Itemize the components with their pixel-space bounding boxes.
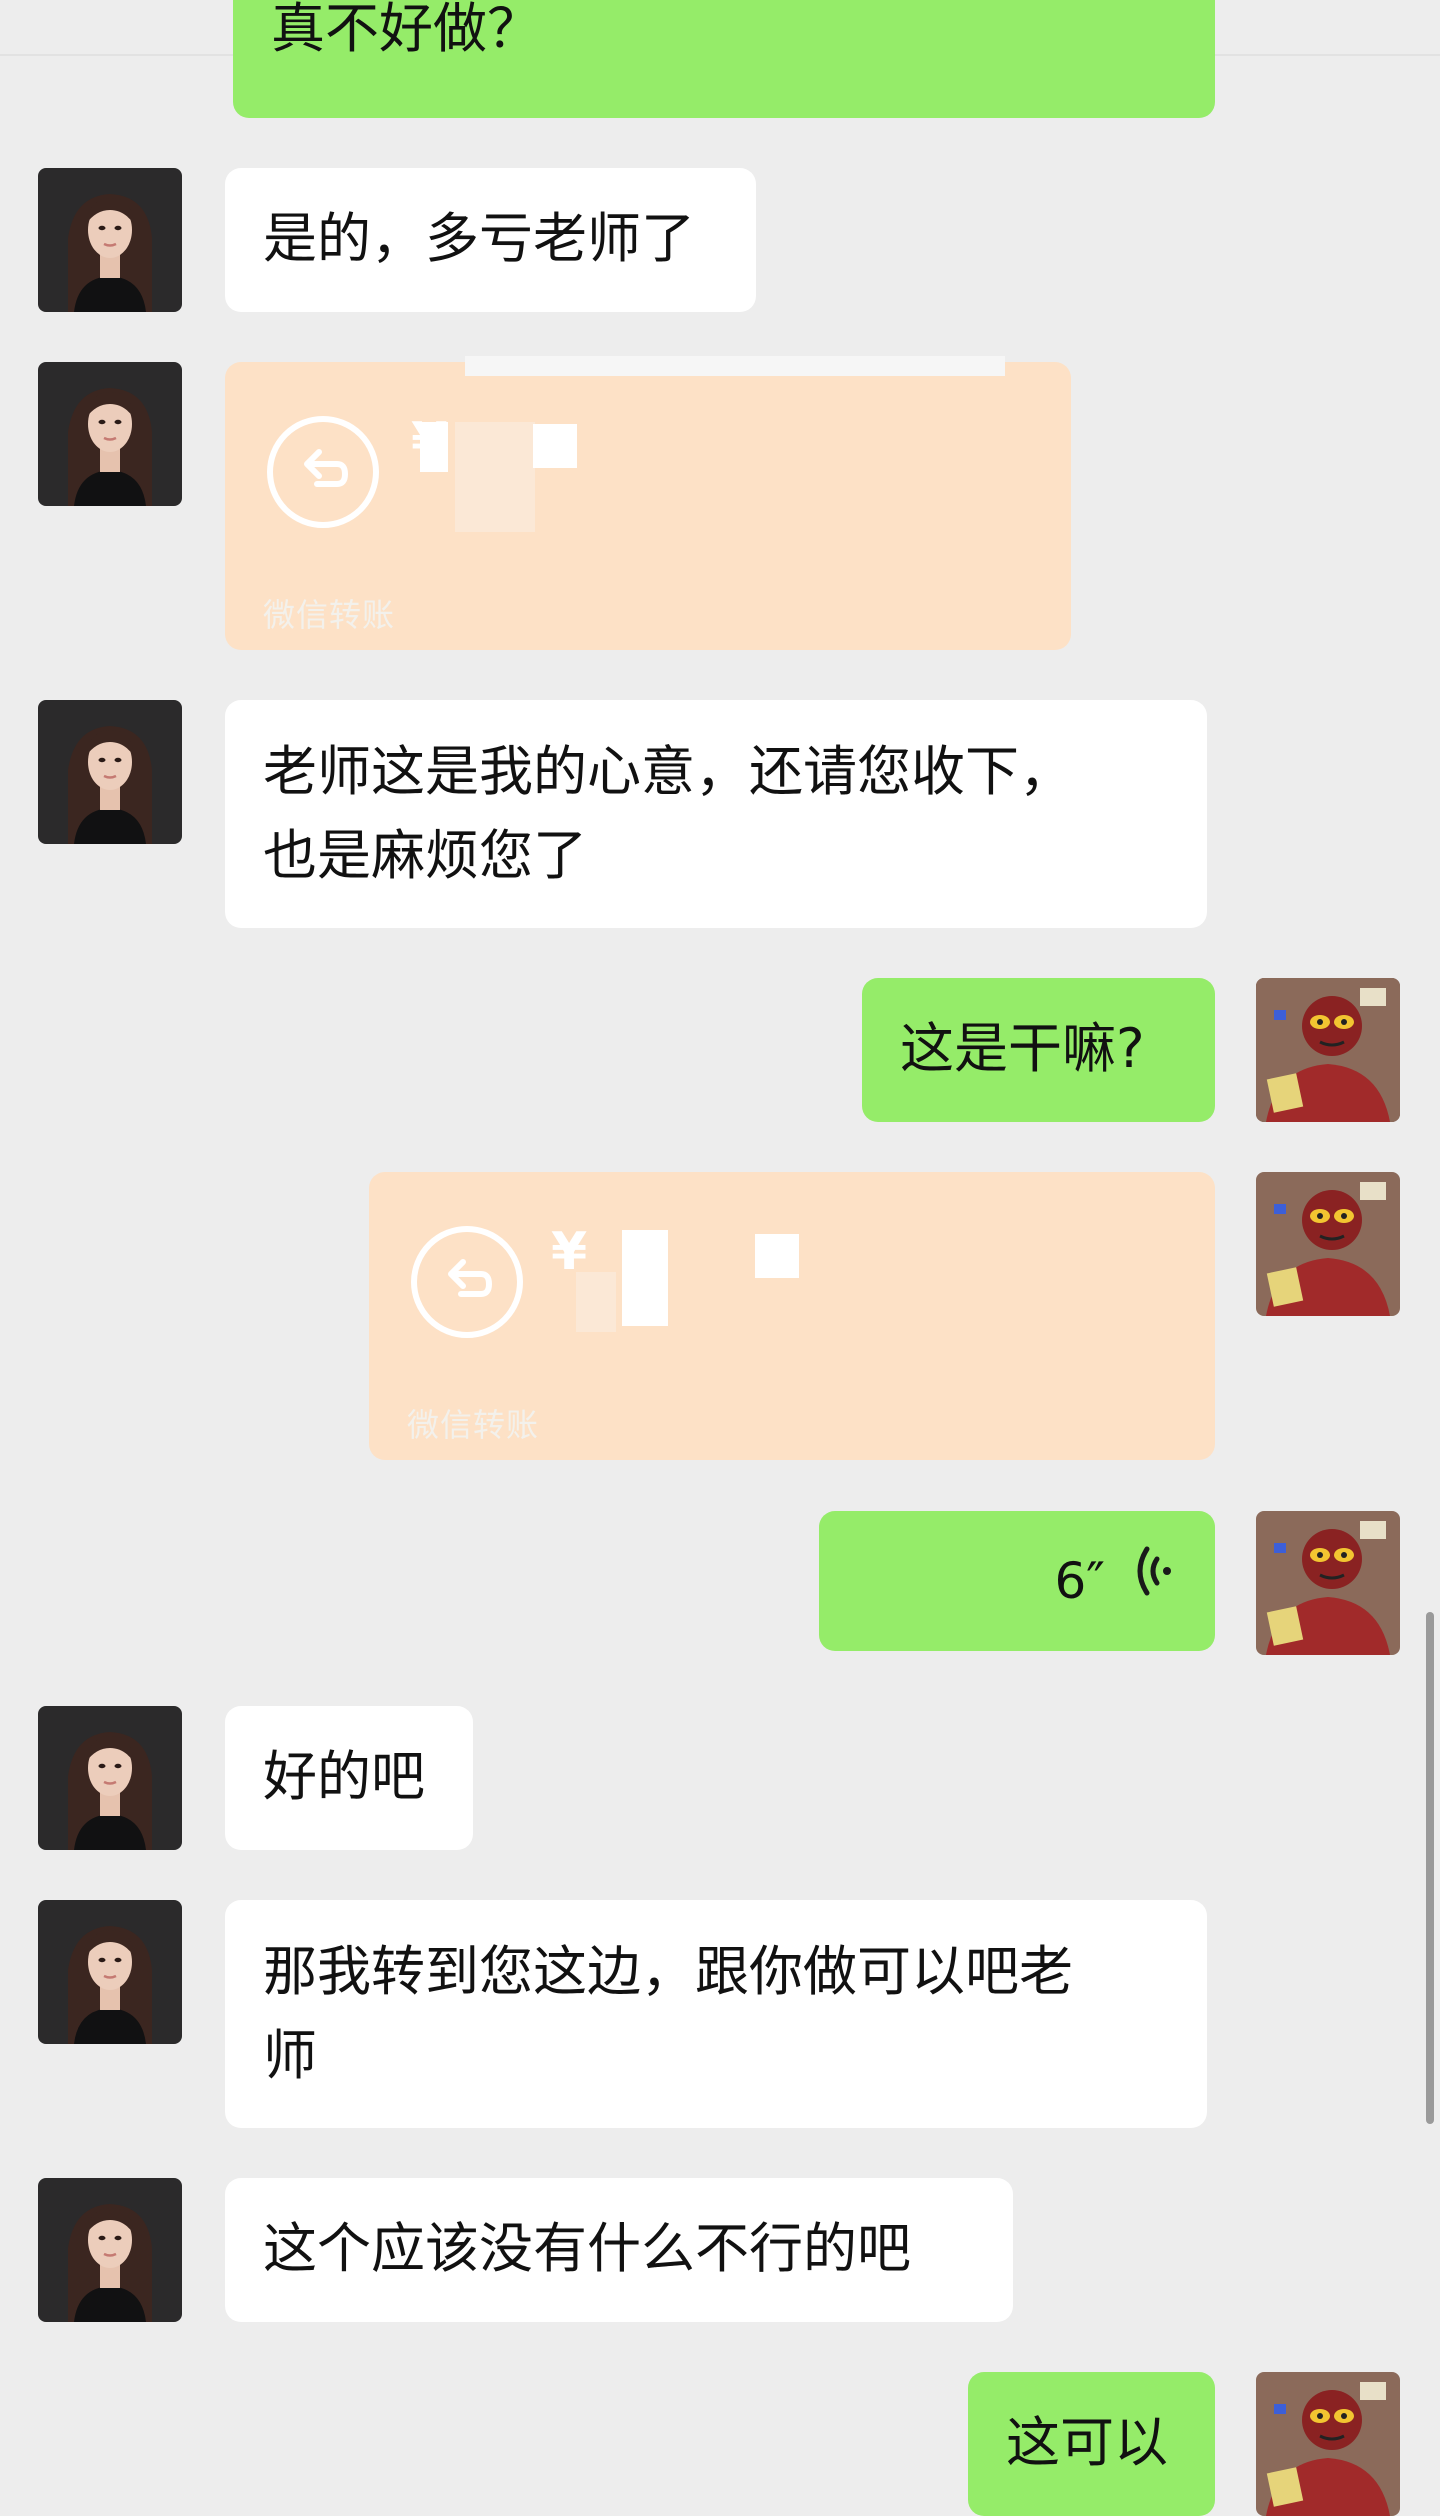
user-avatar[interactable] bbox=[1256, 1172, 1400, 1316]
message-text: 这是干嘛? bbox=[900, 1017, 1145, 1080]
message-text: 真不好做？ bbox=[271, 0, 541, 60]
message-text: 这可以 bbox=[1006, 2411, 1168, 2474]
woman-portrait-avatar-image bbox=[38, 1706, 182, 1850]
contact-avatar[interactable] bbox=[38, 168, 182, 312]
transfer-card-sent[interactable]: ¥ 微信转账 bbox=[369, 1172, 1215, 1460]
cartoon-money-avatar-image bbox=[1256, 978, 1400, 1122]
redaction-strip bbox=[465, 356, 1005, 376]
message-bubble-received[interactable]: 好的吧 bbox=[225, 1706, 473, 1850]
message-text-line: 也是麻烦您了 bbox=[263, 824, 587, 887]
redacted-amount-block bbox=[622, 1230, 668, 1326]
user-avatar[interactable] bbox=[1256, 978, 1400, 1122]
contact-avatar[interactable] bbox=[38, 1900, 182, 2044]
transfer-label: 微信转账 bbox=[407, 1406, 540, 1444]
user-avatar[interactable] bbox=[1256, 1511, 1400, 1655]
user-avatar[interactable] bbox=[1256, 2372, 1400, 2516]
message-bubble-received[interactable]: 那我转到您这边，跟你做可以吧老 师 bbox=[225, 1900, 1207, 2128]
voice-message-sent[interactable]: 6″ bbox=[819, 1511, 1215, 1651]
redacted-amount-block bbox=[420, 422, 448, 472]
contact-avatar[interactable] bbox=[38, 2178, 182, 2322]
contact-avatar[interactable] bbox=[38, 362, 182, 506]
return-arrow-icon bbox=[411, 1226, 523, 1338]
woman-portrait-avatar-image bbox=[38, 2178, 182, 2322]
message-text: 好的吧 bbox=[263, 1745, 425, 1808]
cartoon-money-avatar-image bbox=[1256, 1172, 1400, 1316]
message-bubble-sent[interactable]: 这可以 bbox=[968, 2372, 1215, 2516]
transfer-card-received[interactable]: ¥ 微信转账 bbox=[225, 356, 1071, 650]
woman-portrait-avatar-image bbox=[38, 168, 182, 312]
contact-avatar[interactable] bbox=[38, 700, 182, 844]
cartoon-money-avatar-image bbox=[1256, 1511, 1400, 1655]
woman-portrait-avatar-image bbox=[38, 700, 182, 844]
voice-wave-icon bbox=[1133, 1540, 1177, 1622]
redacted-amount-block bbox=[755, 1234, 799, 1278]
message-text-line: 那我转到您这边，跟你做可以吧老 bbox=[263, 1940, 1073, 2003]
cartoon-money-avatar-image bbox=[1256, 2372, 1400, 2516]
redacted-amount-block bbox=[533, 424, 577, 468]
message-bubble-sent[interactable]: 这是干嘛? bbox=[862, 978, 1215, 1122]
return-arrow-icon bbox=[267, 416, 379, 528]
voice-duration: 6″ bbox=[1054, 1552, 1106, 1610]
transfer-label: 微信转账 bbox=[263, 596, 396, 634]
redacted-amount-blur bbox=[455, 422, 535, 532]
redacted-amount-blur bbox=[576, 1272, 616, 1332]
scrollbar[interactable] bbox=[1426, 1612, 1434, 2124]
woman-portrait-avatar-image bbox=[38, 1900, 182, 2044]
message-bubble-received[interactable]: 这个应该没有什么不行的吧 bbox=[225, 2178, 1013, 2322]
message-text: 这个应该没有什么不行的吧 bbox=[263, 2217, 911, 2280]
message-bubble-received[interactable]: 是的，多亏老师了 bbox=[225, 168, 756, 312]
message-bubble-sent[interactable]: 真不好做？ bbox=[233, 0, 1215, 118]
woman-portrait-avatar-image bbox=[38, 362, 182, 506]
message-bubble-received[interactable]: 老师这是我的心意，还请您收下， 也是麻烦您了 bbox=[225, 700, 1207, 928]
message-text: 是的，多亏老师了 bbox=[263, 207, 695, 270]
message-text-line: 老师这是我的心意，还请您收下， bbox=[263, 740, 1073, 803]
message-text-line: 师 bbox=[263, 2024, 317, 2087]
contact-avatar[interactable] bbox=[38, 1706, 182, 1850]
